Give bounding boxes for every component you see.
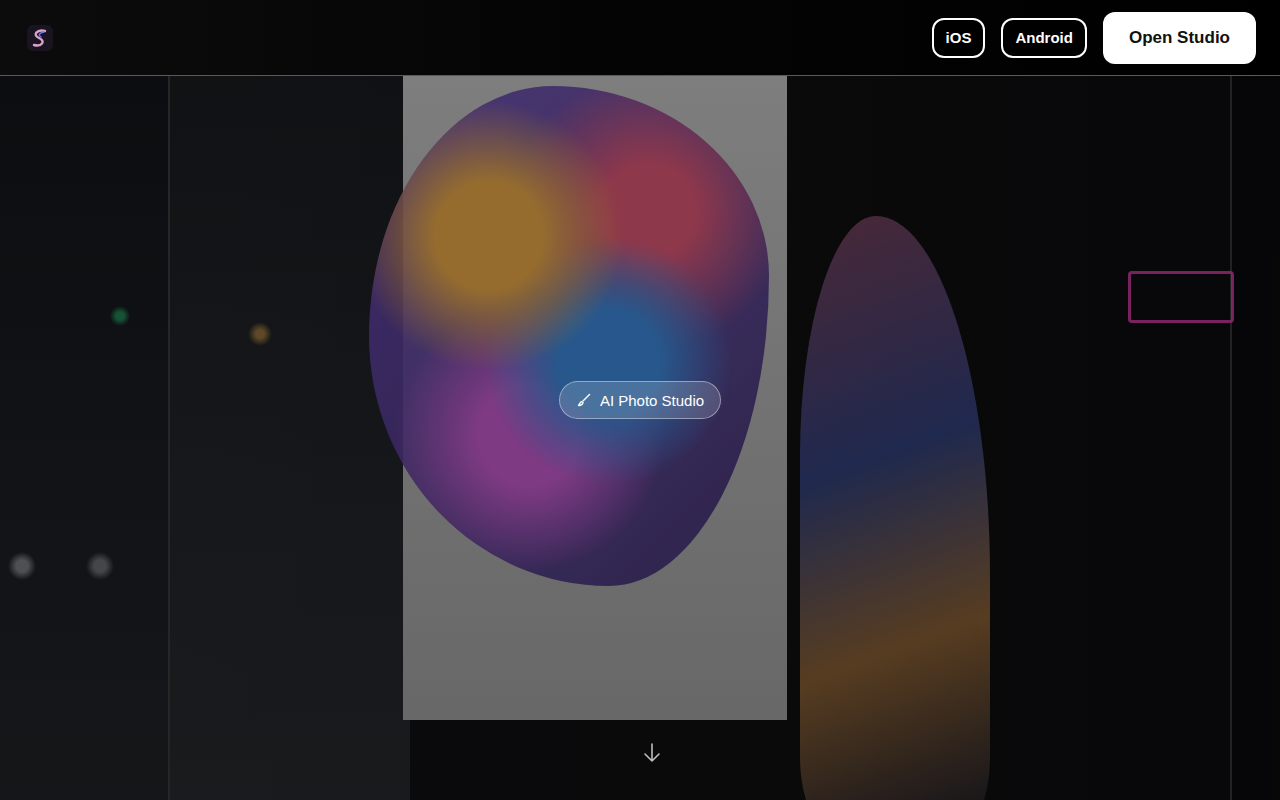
photo-shade <box>0 76 1280 800</box>
hero-photo <box>0 76 1280 800</box>
header-actions: iOS Android Open Studio <box>932 12 1256 64</box>
header-button[interactable]: Open Studio <box>1103 12 1256 64</box>
scroll-down[interactable] <box>642 742 662 764</box>
hero-badge[interactable]: AI Photo Studio <box>559 381 721 419</box>
top-bar: iOS Android Open Studio <box>0 0 1280 76</box>
arrow-down-icon <box>642 742 662 764</box>
landing-page: iOS Android Open Studio AI Photo Studio <box>0 0 1280 800</box>
swirl-logo-icon <box>27 25 53 51</box>
header-button[interactable]: Android <box>1001 18 1087 58</box>
header-button[interactable]: iOS <box>932 18 986 58</box>
logo-icon[interactable] <box>27 25 53 51</box>
brush-icon <box>576 392 592 408</box>
hero: AI Photo Studio <box>0 76 1280 800</box>
